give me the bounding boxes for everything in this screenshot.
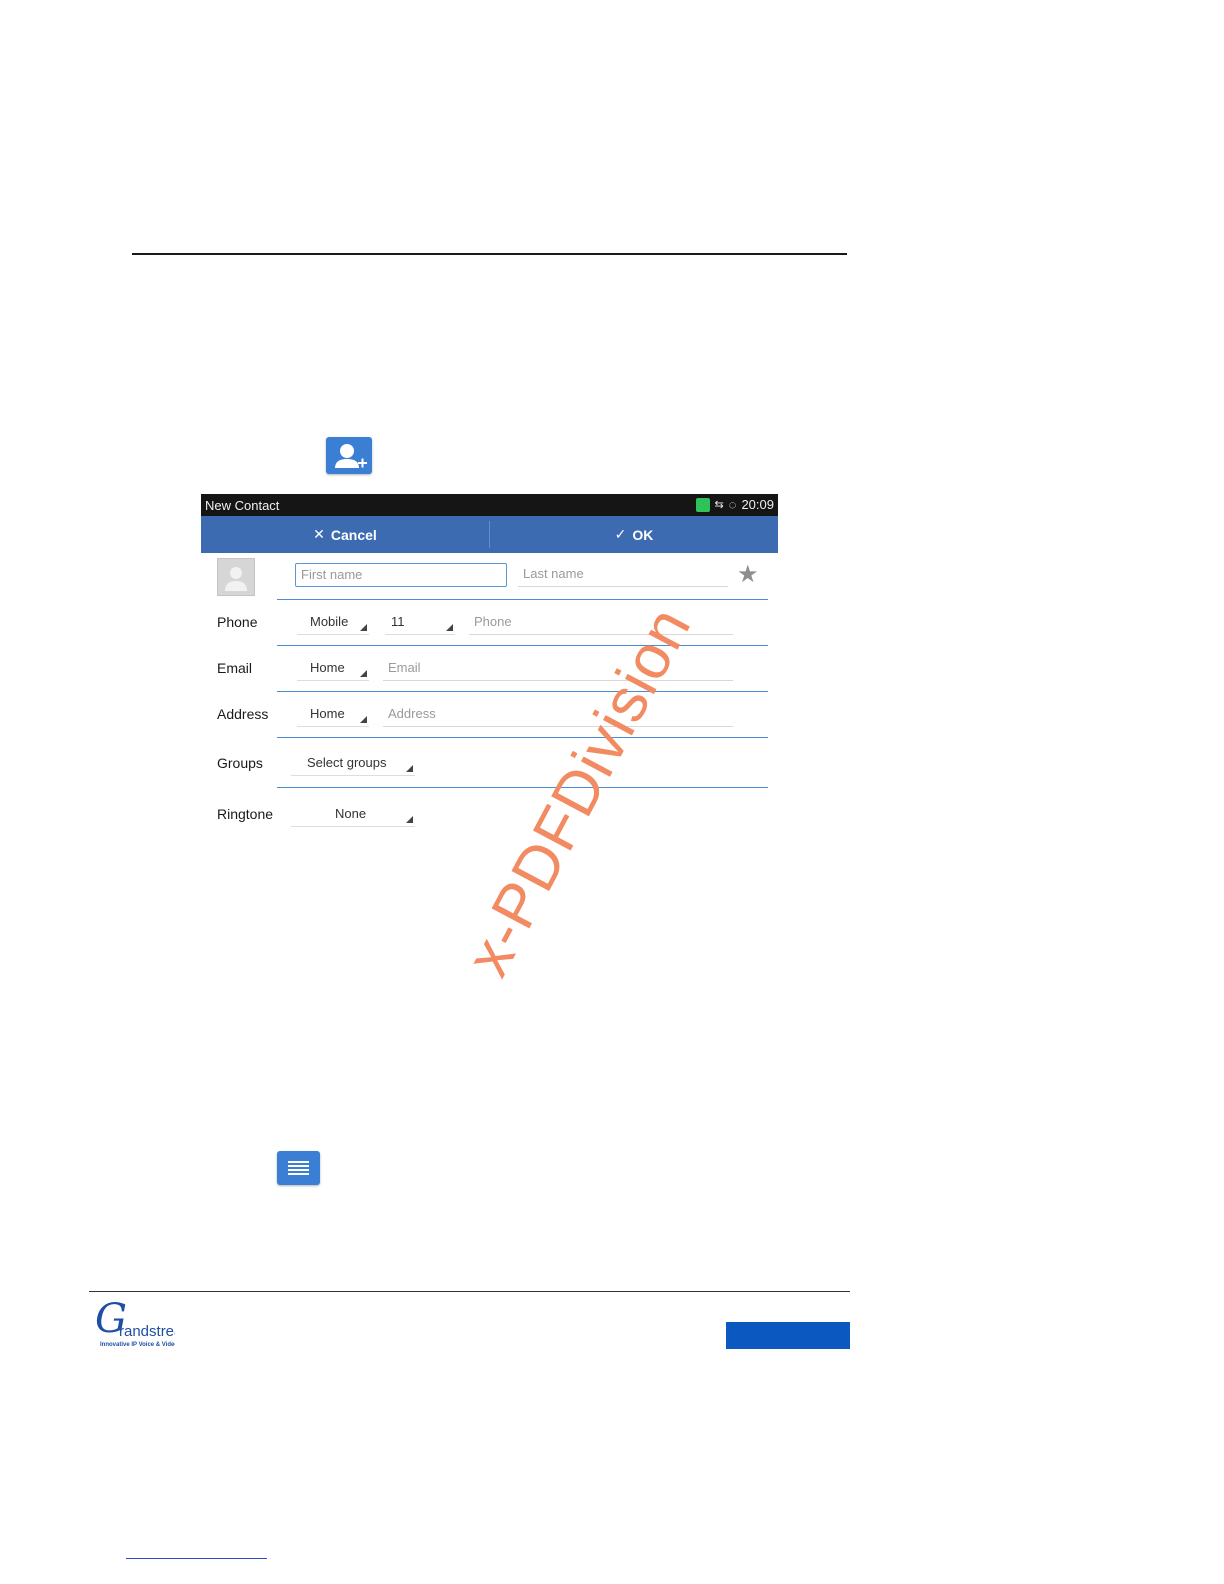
address-label: Address <box>217 706 269 722</box>
separator <box>277 691 768 692</box>
groups-select[interactable]: Select groups <box>291 751 415 776</box>
footer-link-underline <box>126 1558 267 1559</box>
phone-type-select[interactable]: Mobile <box>297 610 369 635</box>
status-bar: New Contact ⇆ ◌ 20:09 <box>201 494 778 516</box>
ok-label: OK <box>632 526 654 543</box>
contact-photo[interactable] <box>217 558 255 596</box>
dropdown-icon <box>360 716 367 723</box>
footer-blue-bar <box>726 1322 850 1349</box>
email-label: Email <box>217 660 253 676</box>
email-type-select[interactable]: Home <box>297 656 369 681</box>
ringtone-select[interactable]: None <box>291 802 415 827</box>
check-icon: ✓ <box>614 526 627 542</box>
last-name-input[interactable]: Last name <box>518 563 728 587</box>
country-code-select[interactable]: 11 <box>385 610 455 635</box>
sync-icon: ◌ <box>728 497 737 512</box>
dropdown-icon <box>360 670 367 677</box>
phone-label: Phone <box>217 614 258 630</box>
status-time: 20:09 <box>741 497 774 512</box>
notification-icon <box>695 497 710 512</box>
cancel-label: Cancel <box>330 526 377 543</box>
address-type-select[interactable]: Home <box>297 702 369 727</box>
logo-brand: randstream <box>119 1323 175 1340</box>
logo-tagline: Innovative IP Voice & Video <box>100 1342 175 1348</box>
footer-rule <box>89 1291 850 1292</box>
network-icon: ⇆ <box>714 499 724 511</box>
new-contact-screen: New Contact ⇆ ◌ 20:09 ✕ Cancel ✓ OK Firs… <box>201 494 778 840</box>
header-rule <box>132 253 847 255</box>
dropdown-icon <box>446 624 453 631</box>
groups-label: Groups <box>217 755 263 771</box>
dropdown-icon <box>406 765 413 772</box>
ok-button[interactable]: ✓ OK <box>490 516 778 553</box>
cancel-button[interactable]: ✕ Cancel <box>201 516 489 553</box>
status-title: New Contact <box>205 498 280 513</box>
ringtone-label: Ringtone <box>217 806 274 822</box>
action-bar: ✕ Cancel ✓ OK <box>201 516 778 553</box>
menu-icon[interactable] <box>277 1151 320 1185</box>
add-contact-icon[interactable] <box>326 437 372 474</box>
dropdown-icon <box>360 624 367 631</box>
first-name-input[interactable]: First name <box>295 563 507 587</box>
dropdown-icon <box>406 816 413 823</box>
separator <box>277 737 768 738</box>
address-input[interactable]: Address <box>383 701 733 727</box>
grandstream-logo: G randstream Innovative IP Voice & Video <box>95 1296 195 1348</box>
separator <box>277 787 768 788</box>
star-icon[interactable]: ★ <box>737 563 759 587</box>
close-icon: ✕ <box>313 526 325 542</box>
separator <box>277 599 768 600</box>
